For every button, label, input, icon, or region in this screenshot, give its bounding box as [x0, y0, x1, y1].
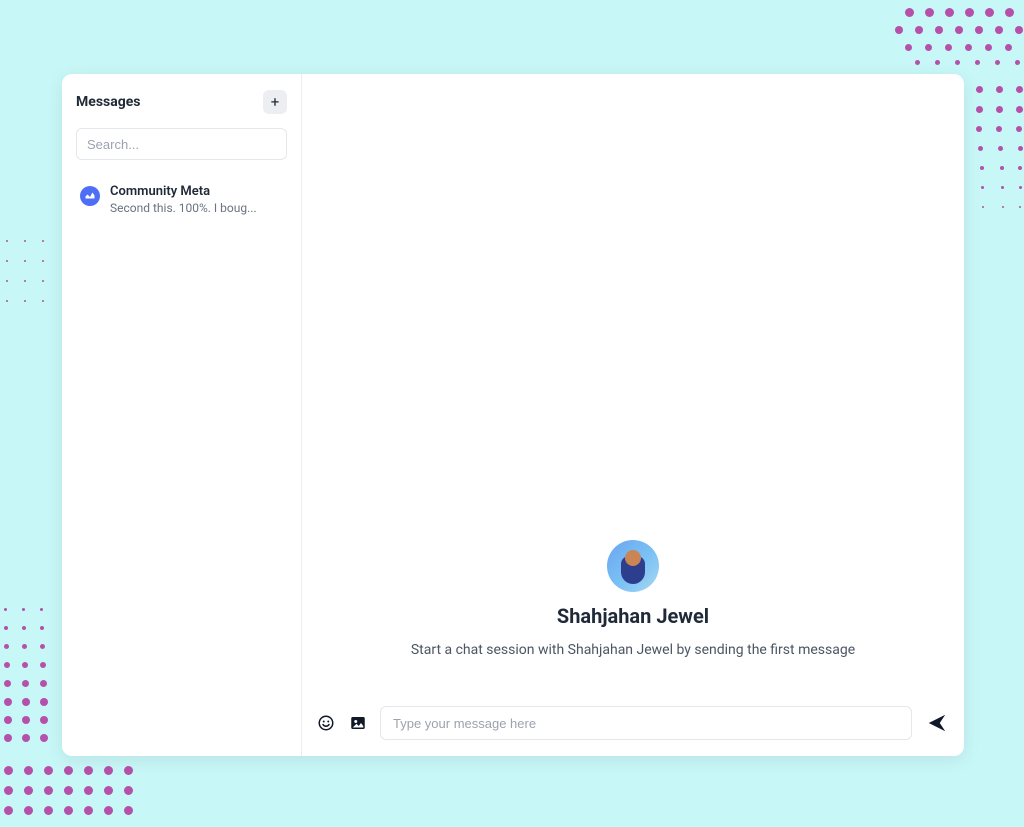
conversation-name: Community Meta: [110, 184, 257, 201]
conversation-text: Community Meta Second this. 100%. I boug…: [110, 184, 257, 215]
chat-start-hint: Start a chat session with Shahjahan Jewe…: [411, 642, 855, 658]
image-icon[interactable]: [348, 713, 368, 733]
conversation-list: Community Meta Second this. 100%. I boug…: [76, 178, 287, 221]
app-card: Messages + Community Meta Second this. 1…: [62, 74, 964, 756]
emoji-icon[interactable]: [316, 713, 336, 733]
composer: [302, 694, 964, 756]
new-message-button[interactable]: +: [263, 90, 287, 114]
search-input[interactable]: [76, 128, 287, 160]
sidebar: Messages + Community Meta Second this. 1…: [62, 74, 302, 756]
chat-body: Shahjahan Jewel Start a chat session wit…: [302, 74, 964, 694]
chat-panel: Shahjahan Jewel Start a chat session wit…: [302, 74, 964, 756]
peer-avatar: [607, 540, 659, 592]
sidebar-header: Messages +: [76, 90, 287, 114]
conversation-item[interactable]: Community Meta Second this. 100%. I boug…: [76, 178, 287, 221]
message-input[interactable]: [380, 706, 912, 740]
community-avatar-icon: [80, 186, 100, 206]
peer-name: Shahjahan Jewel: [557, 604, 709, 628]
sidebar-title: Messages: [76, 94, 140, 110]
conversation-preview: Second this. 100%. I boug...: [110, 201, 257, 215]
send-button[interactable]: [924, 710, 950, 736]
